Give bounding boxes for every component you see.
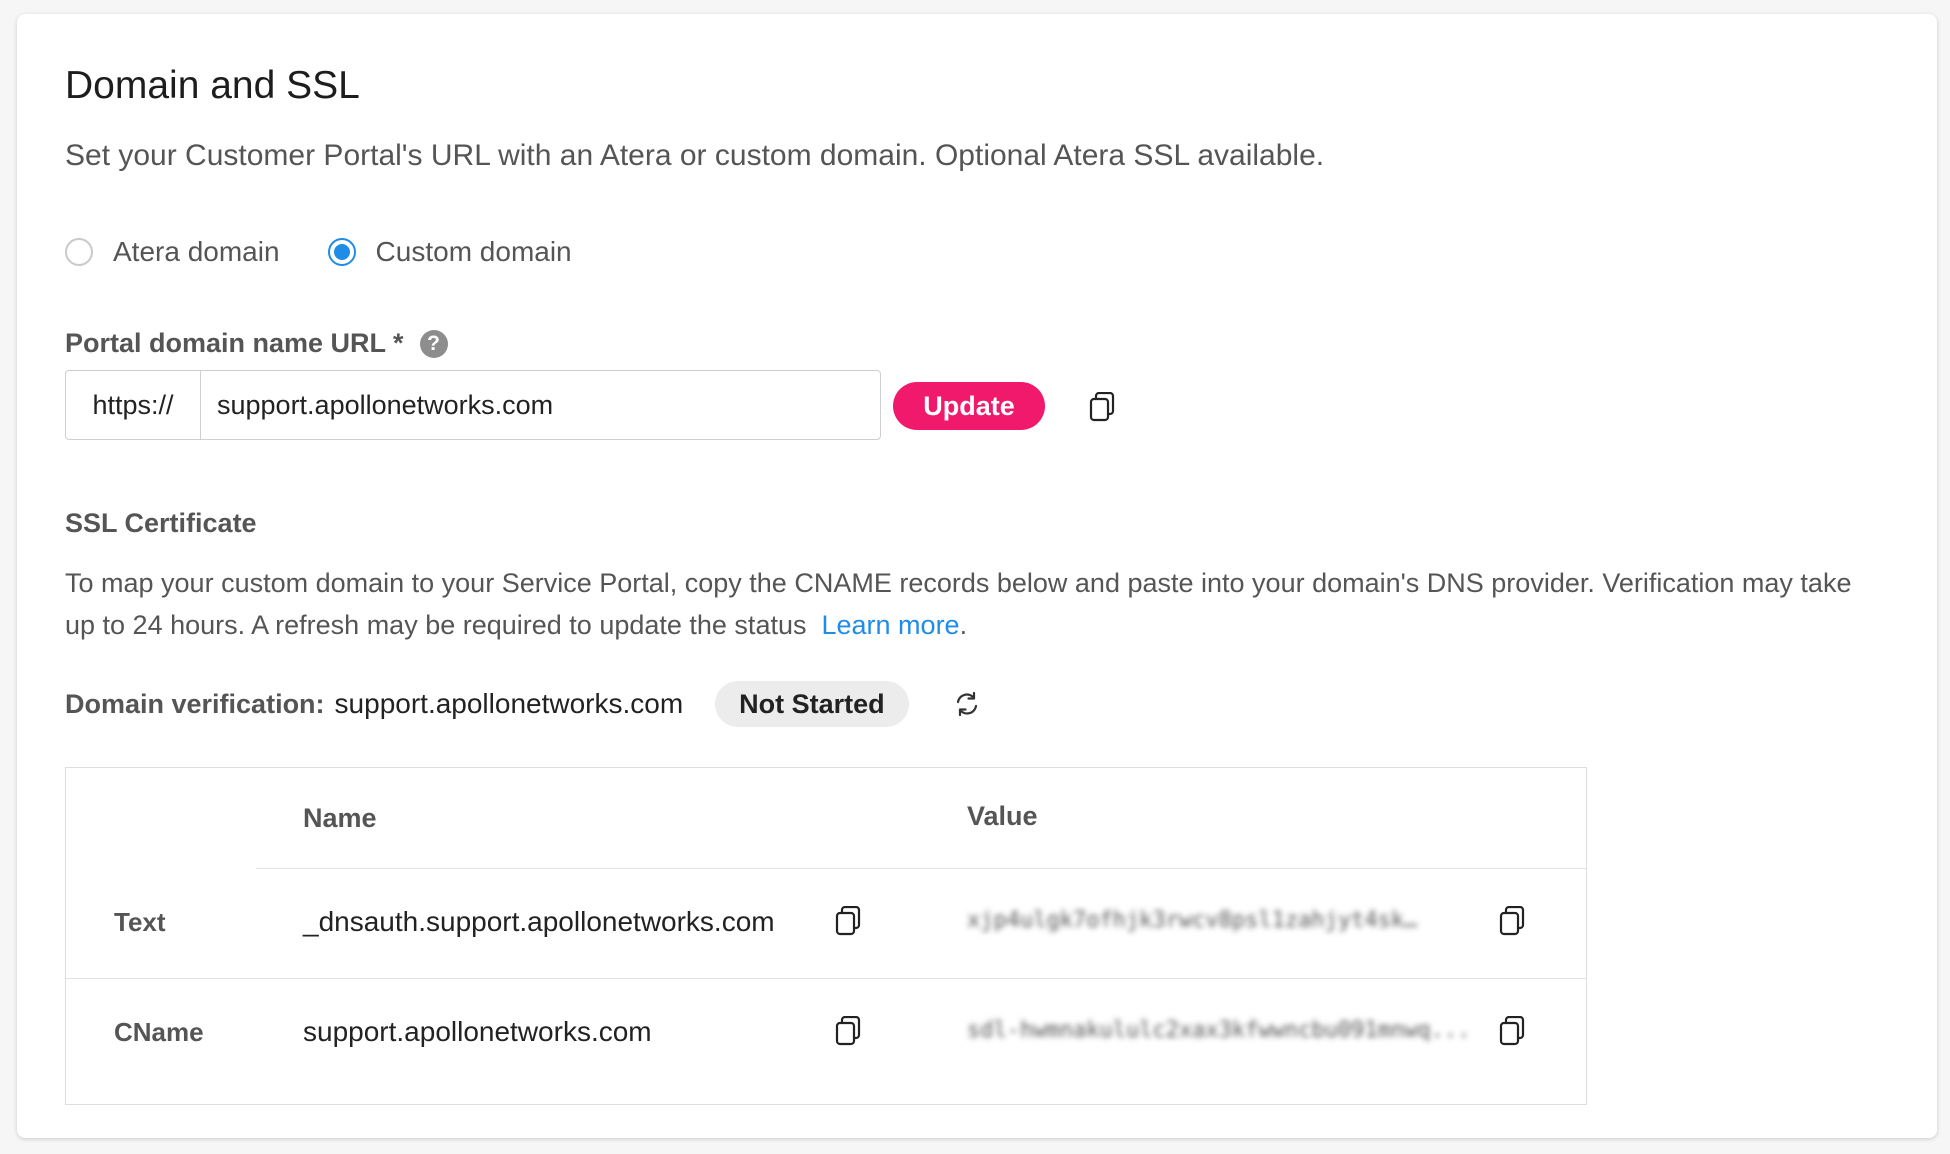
copy-name-icon[interactable]	[835, 905, 861, 936]
copy-value-icon[interactable]	[1499, 1015, 1525, 1046]
column-header-name: Name	[303, 803, 377, 833]
dns-records-table: Name Value Text _dnsauth.support.apollon…	[65, 767, 1587, 1105]
record-value-text: xjp4ulgk7ofhjk3rwcv8psl1zahjyt4skmqx	[967, 908, 1427, 933]
domain-verification-domain: support.apollonetworks.com	[334, 688, 684, 719]
domain-verification-row: Domain verification: support.apollonetwo…	[65, 681, 981, 727]
row-divider	[256, 868, 1586, 869]
learn-more-link[interactable]: Learn more	[822, 610, 960, 640]
portal-url-label-text: Portal domain name URL *	[65, 328, 404, 358]
domain-type-radio-group: Atera domain Custom domain	[65, 236, 620, 268]
ssl-description-end: .	[959, 610, 968, 640]
copy-value-icon[interactable]	[1499, 905, 1525, 936]
portal-url-input[interactable]	[201, 371, 880, 439]
record-type-text: Text	[114, 907, 166, 937]
copy-url-icon[interactable]	[1089, 391, 1115, 422]
domain-ssl-card: Domain and SSL Set your Customer Portal'…	[17, 14, 1937, 1138]
atera-domain-option[interactable]: Atera domain	[65, 236, 280, 268]
update-button[interactable]: Update	[893, 382, 1045, 430]
status-badge: Not Started	[715, 681, 909, 727]
refresh-icon[interactable]	[953, 690, 981, 718]
atera-domain-label: Atera domain	[113, 236, 280, 267]
custom-domain-option[interactable]: Custom domain	[327, 236, 572, 268]
record-name-cname: support.apollonetworks.com	[303, 1016, 652, 1047]
record-name-text: _dnsauth.support.apollonetworks.com	[303, 906, 775, 937]
record-value-cname: sdl-hwmnakululc2xax3kfwwncbu091mnwq...	[967, 1018, 1471, 1043]
row-divider	[66, 978, 1586, 979]
column-header-value: Value	[967, 801, 1038, 831]
domain-verification-label: Domain verification:	[65, 688, 325, 719]
copy-name-icon[interactable]	[835, 1015, 861, 1046]
custom-domain-radio[interactable]	[327, 238, 356, 266]
portal-url-label: Portal domain name URL * ?	[65, 328, 448, 359]
page-subtitle: Set your Customer Portal's URL with an A…	[65, 139, 1325, 172]
ssl-certificate-title: SSL Certificate	[65, 508, 257, 538]
record-type-cname: CName	[114, 1017, 204, 1047]
custom-domain-label: Custom domain	[375, 236, 572, 267]
question-mark-icon[interactable]: ?	[419, 329, 448, 358]
portal-url-input-group: https://	[65, 370, 881, 440]
ssl-description: To map your custom domain to your Servic…	[65, 562, 1885, 646]
url-prefix: https://	[66, 371, 201, 439]
atera-domain-radio[interactable]	[65, 238, 93, 266]
page-title: Domain and SSL	[65, 64, 360, 107]
